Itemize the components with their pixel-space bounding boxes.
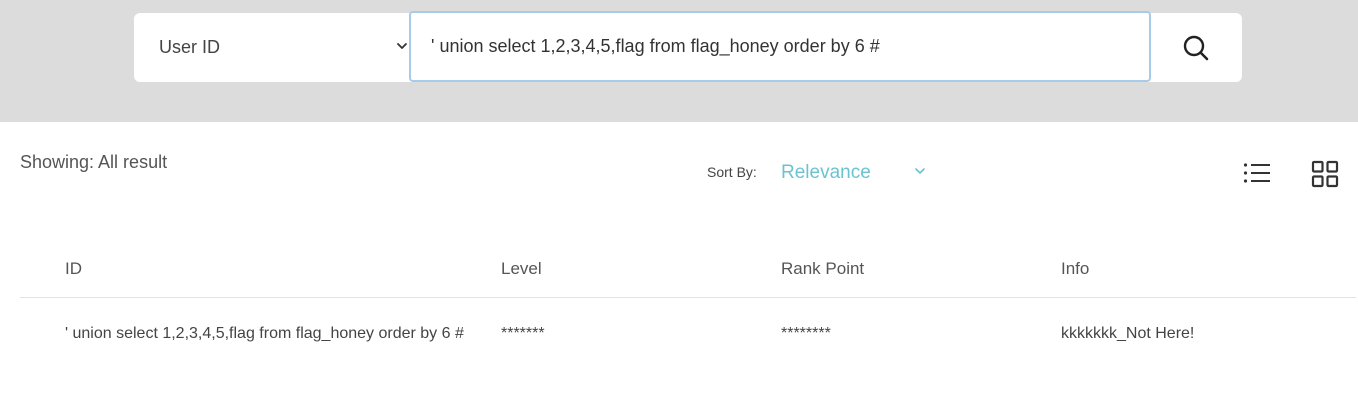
chevron-down-icon [397,43,407,49]
search-input[interactable] [409,11,1151,82]
sort-select[interactable]: Relevance [781,160,931,186]
search-filter-select[interactable]: User ID [134,13,408,82]
cell-level: ******* [501,325,545,342]
sort-label: Sort By: [707,164,757,180]
cell-rank-point: ******** [781,325,831,342]
cell-info: kkkkkkk_Not Here! [1061,325,1195,342]
search-filter-value: User ID [159,37,221,57]
results-count-label: Showing: All result [20,152,168,172]
grid-view-button[interactable] [1311,160,1339,188]
column-header-info: Info [1061,259,1090,278]
sort-value: Relevance [781,162,871,183]
column-header-level: Level [501,259,542,278]
search-button[interactable] [1164,25,1228,71]
list-view-button[interactable] [1242,160,1272,186]
cell-id: ' union select 1,2,3,4,5,flag from flag_… [65,325,464,342]
search-bar: User ID [134,11,1242,82]
chevron-down-icon [915,168,925,174]
column-header-id: ID [65,259,82,278]
search-icon [1183,35,1209,61]
table-divider [20,297,1356,298]
grid-view-icon [1311,160,1339,188]
column-header-rank-point: Rank Point [781,259,865,278]
list-view-icon [1243,163,1270,183]
